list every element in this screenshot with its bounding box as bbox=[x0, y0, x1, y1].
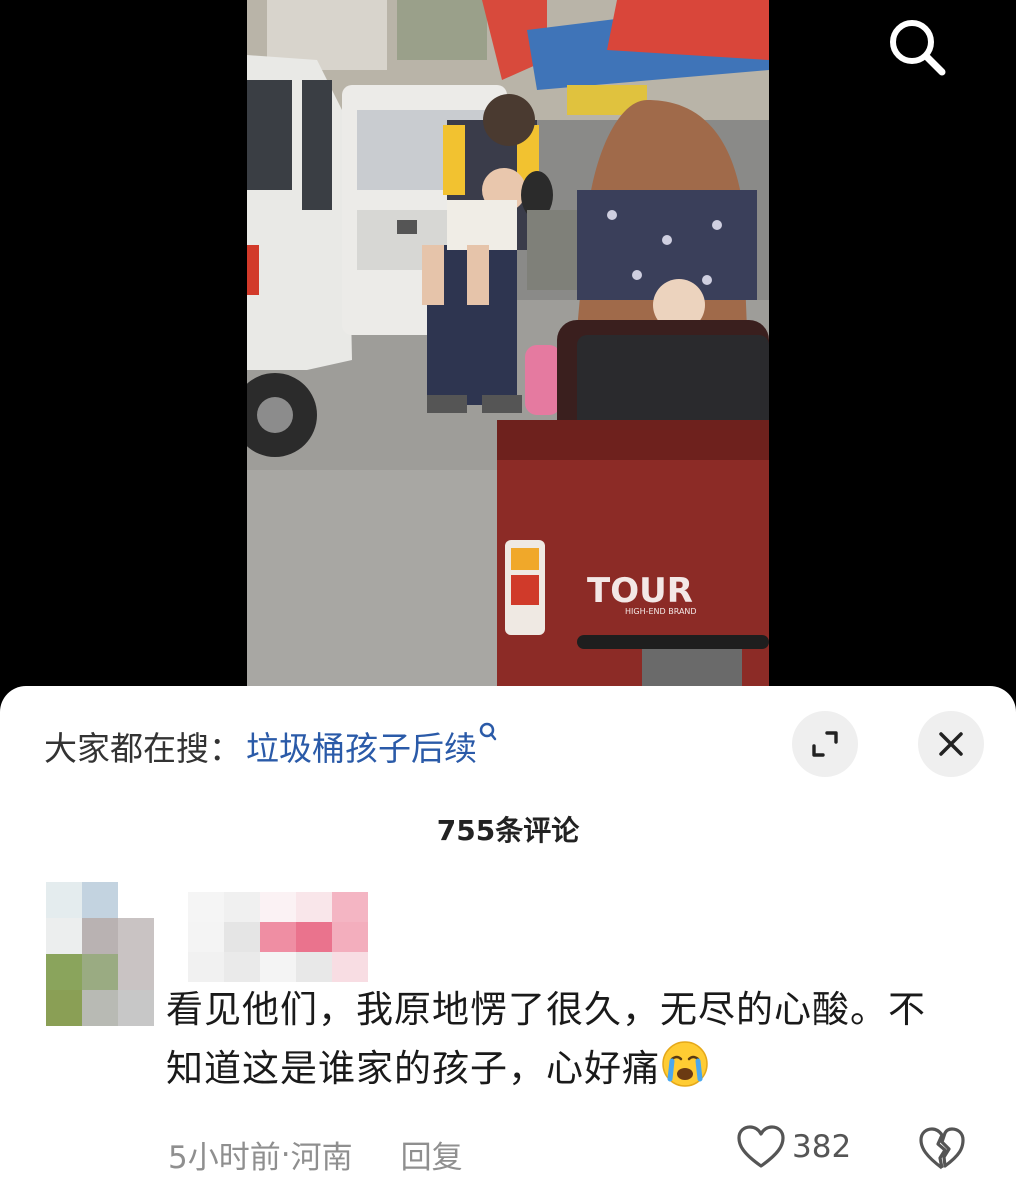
comment-count: 755条评论 bbox=[436, 814, 580, 847]
comment-text: 看见他们，我原地愣了很久，无尽的心酸。不知道这是谁家的孩子，心好痛 bbox=[166, 988, 926, 1090]
close-icon bbox=[939, 732, 963, 756]
expand-button[interactable] bbox=[792, 711, 858, 777]
avatar[interactable] bbox=[46, 882, 154, 1026]
street-photo[interactable]: TOUR HIGH-END BRAND bbox=[247, 0, 769, 686]
heart-icon bbox=[737, 1125, 785, 1168]
reply-button[interactable]: 回复 bbox=[401, 1132, 463, 1177]
like-button[interactable]: 382 bbox=[736, 1124, 851, 1170]
close-button[interactable] bbox=[918, 711, 984, 777]
comment-text-block[interactable]: 看见他们，我原地愣了很久，无尽的心酸。不知道这是谁家的孩子，心好痛 bbox=[166, 980, 926, 1098]
small-search-icon bbox=[479, 722, 497, 747]
dislike-button[interactable] bbox=[918, 1126, 966, 1176]
comments-sheet: 大家都在搜： 垃圾桶孩子后续 755条评论 看见他们，我原地愣了很久，无尽的心酸… bbox=[0, 686, 1016, 1200]
hot-search-term-link[interactable]: 垃圾桶孩子后续 bbox=[246, 722, 477, 770]
vehicle-brand-subtext: HIGH-END BRAND bbox=[625, 607, 697, 616]
comment-time: 5小时前 bbox=[168, 1140, 281, 1176]
broken-heart-icon bbox=[919, 1127, 965, 1170]
video-area: TOUR HIGH-END BRAND bbox=[0, 0, 1016, 700]
street-scene-illustration: TOUR HIGH-END BRAND bbox=[247, 0, 769, 686]
hot-search-prefix: 大家都在搜： bbox=[44, 729, 242, 768]
comment-location: 河南 bbox=[290, 1140, 353, 1176]
meta-separator: · bbox=[280, 1136, 291, 1173]
hot-search-bar[interactable]: 大家都在搜： 垃圾桶孩子后续 bbox=[44, 718, 497, 774]
crying-face-icon bbox=[660, 1039, 710, 1089]
search-button[interactable] bbox=[882, 12, 952, 82]
search-icon bbox=[890, 20, 946, 76]
vehicle-brand-text: TOUR bbox=[587, 571, 693, 611]
comment-meta: 5小时前 · 河南 回复 bbox=[168, 1132, 463, 1177]
like-count: 382 bbox=[792, 1129, 852, 1165]
expand-icon bbox=[812, 731, 838, 757]
username[interactable] bbox=[188, 892, 368, 982]
